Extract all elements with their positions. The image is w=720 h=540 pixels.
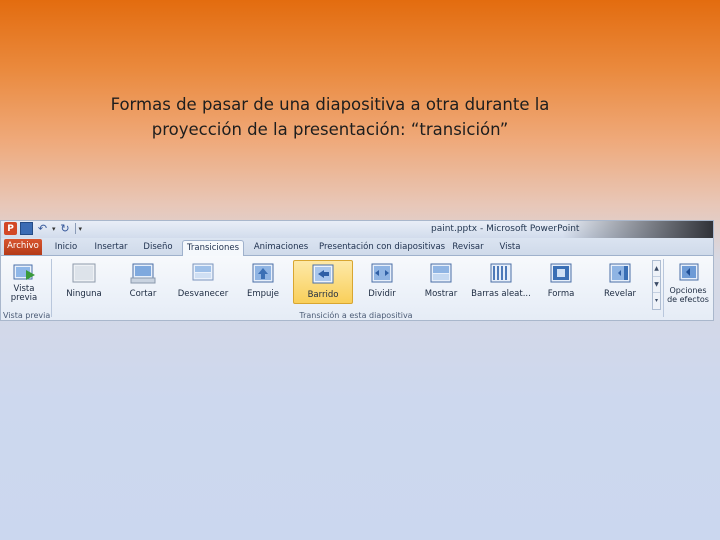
powerpoint-window: P ↶ ▾ ↻ ▾ paint.pptx - Microsoft PowerPo… [0, 220, 714, 321]
preview-group-label: Vista previa [3, 311, 51, 320]
cut-transition-icon [130, 263, 156, 284]
transition-label: Ninguna [66, 289, 102, 299]
gallery-scroll-up-icon[interactable]: ▲ [653, 261, 660, 277]
group-divider [51, 259, 52, 317]
tab-revisar[interactable]: Revisar [449, 240, 487, 256]
uncover-transition-icon [609, 263, 631, 283]
transition-cortar[interactable]: Cortar [113, 260, 173, 304]
tab-transiciones[interactable]: Transiciones [182, 240, 244, 256]
transition-label: Cortar [129, 289, 157, 299]
undo-icon[interactable]: ↶ [36, 222, 49, 235]
customize-qat-icon[interactable]: ▾ [79, 225, 83, 233]
transitions-group-label: Transición a esta diapositiva [299, 311, 413, 320]
transition-barras-aleatorias[interactable]: Barras aleat... [471, 260, 531, 304]
shape-transition-icon [550, 263, 572, 283]
transition-label: Empuje [246, 289, 280, 299]
preview-label-2: previa [10, 293, 38, 303]
tab-animaciones[interactable]: Animaciones [252, 240, 310, 256]
undo-dropdown-icon[interactable]: ▾ [52, 225, 56, 233]
transition-barrido[interactable]: Barrido [293, 260, 353, 304]
split-transition-icon [371, 263, 393, 283]
powerpoint-logo-icon[interactable]: P [4, 222, 17, 235]
transition-forma[interactable]: Forma [531, 260, 591, 304]
preview-icon [13, 264, 35, 280]
random-bars-transition-icon [490, 263, 512, 283]
transition-label: Dividir [368, 289, 396, 299]
quick-access-toolbar: P ↶ ▾ ↻ ▾ [4, 222, 82, 235]
effect-options-icon [679, 263, 699, 281]
title-bar: P ↶ ▾ ↻ ▾ paint.pptx - Microsoft PowerPo… [1, 221, 713, 238]
transition-label: Desvanecer [177, 289, 229, 299]
transition-mostrar[interactable]: Mostrar [411, 260, 471, 304]
title-bar-shade [563, 221, 713, 238]
transition-label: Barras aleat... [471, 289, 531, 299]
tab-diseno[interactable]: Diseño [141, 240, 175, 256]
wipe-transition-icon [312, 264, 334, 284]
transition-label: Mostrar [424, 289, 458, 299]
transition-dividir[interactable]: Dividir [352, 260, 412, 304]
transition-ninguna[interactable]: Ninguna [54, 260, 114, 304]
ribbon-transitions: Vista previa Vista previa Ninguna Cortar [1, 256, 713, 320]
transition-revelar[interactable]: Revelar [590, 260, 650, 304]
tab-vista[interactable]: Vista [495, 240, 525, 256]
transition-empuje[interactable]: Empuje [233, 260, 293, 304]
slide-title: Formas de pasar de una diapositiva a otr… [100, 92, 560, 142]
qat-separator [74, 223, 76, 234]
transition-label: Barrido [307, 290, 339, 300]
reveal-transition-icon [430, 263, 452, 283]
effect-options-label-2: de efectos [667, 295, 709, 304]
transition-label: Revelar [603, 289, 637, 299]
effect-options-label-1: Opciones [669, 286, 707, 295]
gallery-scrollbar[interactable]: ▲ ▼ ▾ [652, 260, 661, 310]
tab-insertar[interactable]: Insertar [91, 240, 131, 256]
push-transition-icon [252, 263, 274, 283]
tab-presentacion[interactable]: Presentación con diapositivas [319, 240, 445, 256]
gallery-more-icon[interactable]: ▾ [653, 293, 660, 309]
window-title: paint.pptx - Microsoft PowerPoint [431, 224, 580, 234]
save-icon[interactable] [20, 222, 33, 235]
fade-transition-icon [192, 263, 214, 281]
slide-title-line-1: Formas de pasar de una diapositiva a otr… [110, 95, 550, 114]
effect-options-label[interactable]: Opciones de efectos [662, 286, 713, 304]
tab-archivo[interactable]: Archivo [4, 239, 42, 255]
preview-button[interactable]: Vista previa [3, 260, 45, 304]
ribbon-tabs: Archivo Inicio Insertar Diseño Transicio… [1, 238, 713, 256]
slide-title-line-2: proyección de la presentación: “transici… [151, 120, 509, 139]
transition-desvanecer[interactable]: Desvanecer [173, 260, 233, 304]
none-transition-icon [72, 263, 96, 283]
transition-label: Forma [547, 289, 575, 299]
tab-inicio[interactable]: Inicio [51, 240, 81, 256]
redo-icon[interactable]: ↻ [59, 222, 72, 235]
gallery-scroll-down-icon[interactable]: ▼ [653, 277, 660, 293]
